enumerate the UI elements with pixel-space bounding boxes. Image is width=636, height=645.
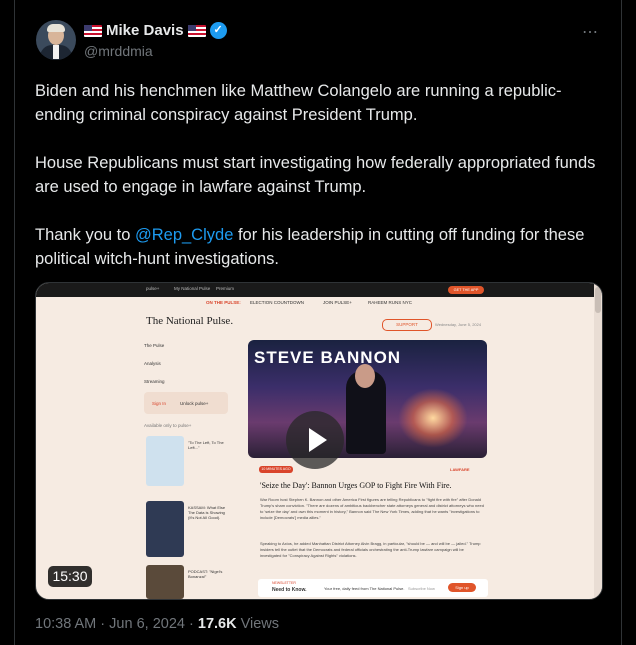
site-nav-item: Analysis (144, 361, 161, 366)
stage-light (398, 388, 468, 448)
author-handle[interactable]: @mrddmia (84, 43, 153, 59)
article-headline: 'Seize the Day': Bannon Urges GOP to Fig… (260, 481, 452, 490)
avatar-hair (47, 24, 65, 32)
ticker-item: RAHEEM RUNS NYC (368, 300, 413, 305)
site-nav-item: Premium (216, 286, 235, 291)
views-count: 17.6K (197, 616, 237, 632)
avatar[interactable] (36, 20, 76, 60)
newsletter-description: Your free, daily feed from The National … (324, 586, 405, 591)
tweet-paragraph: Thank you to @Rep_Clyde for his leadersh… (35, 223, 607, 271)
author-row: Mike Davis ✓ (84, 22, 227, 39)
unlock-link: Unlock pulse+ (180, 401, 209, 406)
tweet-time[interactable]: 10:38 AM (35, 616, 96, 632)
author-name[interactable]: Mike Davis (106, 22, 184, 39)
scrollbar-thumb (595, 287, 601, 313)
time-tag: 10 MINUTES AGO (259, 466, 293, 473)
article-thumbnail (146, 501, 184, 557)
site-ticker: ON THE PULSE: ELECTION COUNTDOWN JOIN PU… (36, 297, 602, 307)
app-thumbnail (146, 436, 184, 486)
tweet-paragraph: House Republicans must start investigati… (35, 154, 596, 196)
side-item-title: PODCAST: "Nigel's Bonanza!" (188, 569, 223, 579)
tweet-date[interactable]: Jun 6, 2024 (109, 616, 185, 632)
available-only-label: Available only to pulse+ (144, 423, 192, 428)
ticker-item: ON THE PULSE: (206, 300, 241, 305)
site-nav-item: Streaming (144, 379, 165, 384)
ticker-item: JOIN PULSE+ (323, 300, 352, 305)
views-label: Views (240, 616, 280, 632)
site-nav-item: The Pulse (144, 343, 165, 348)
mention-link[interactable]: @Rep_Clyde (135, 226, 233, 244)
side-item-title: KASSAM: What Else The Data is Showing (I… (188, 505, 226, 520)
signin-box: Sign In Unlock pulse+ (144, 392, 228, 414)
article-paragraph: Speaking to Axios, he added Manhattan Di… (260, 541, 481, 558)
newsletter-title: Need to Know. (272, 587, 307, 593)
signin-link: Sign In (152, 401, 167, 406)
page-scrollbar (594, 283, 602, 599)
avatar-shirt (53, 45, 59, 59)
ticker-item: ELECTION COUNTDOWN (250, 300, 304, 305)
meta-separator: · (189, 616, 194, 632)
tweet-text-segment: Thank you to (35, 226, 135, 244)
us-flag-icon (187, 24, 206, 37)
speaker-head (355, 364, 375, 388)
get-app-button: GET THE APP (448, 286, 484, 294)
video-banner-text: STEVE BANNON (254, 348, 402, 367)
meta-separator: · (100, 616, 106, 632)
support-button: SUPPORT (382, 319, 432, 331)
side-item-title: "To The Left, To The Left..." (188, 440, 224, 450)
category-label: LAWFARE (450, 467, 470, 472)
podcast-thumbnail (146, 565, 184, 599)
us-flag-icon (84, 24, 102, 37)
more-options-icon[interactable]: ⋯ (582, 22, 599, 42)
verified-badge-icon: ✓ (209, 22, 227, 39)
site-date: Wednesday, June 5, 2024 (435, 322, 482, 327)
tweet-text: Biden and his henchmen like Matthew Cola… (35, 79, 607, 295)
newsletter-bar: NEWSLETTER Need to Know. Your free, dail… (258, 579, 488, 597)
site-top-bar: pulse+ My National Pulse Premium GET THE… (36, 283, 602, 297)
article-paragraph: War Room host Stephen K. Bannon and othe… (260, 497, 484, 520)
site-nav-item: pulse+ (146, 286, 160, 291)
subscribe-input: Subscribe Now (408, 586, 435, 591)
video-duration-badge: 15:30 (48, 566, 92, 587)
signup-button: Sign up (448, 583, 476, 592)
site-nav-item: My National Pulse (174, 286, 211, 291)
video-player[interactable]: pulse+ My National Pulse Premium GET THE… (35, 282, 603, 600)
play-icon[interactable] (286, 411, 344, 469)
article-video-frame: STEVE BANNON (248, 340, 487, 458)
tweet-paragraph: Biden and his henchmen like Matthew Cola… (35, 82, 562, 124)
tweet-meta: 10:38 AM · Jun 6, 2024 · 17.6K Views (35, 616, 279, 632)
site-logo: The National Pulse. (146, 315, 234, 327)
newsletter-label: NEWSLETTER (272, 581, 296, 585)
